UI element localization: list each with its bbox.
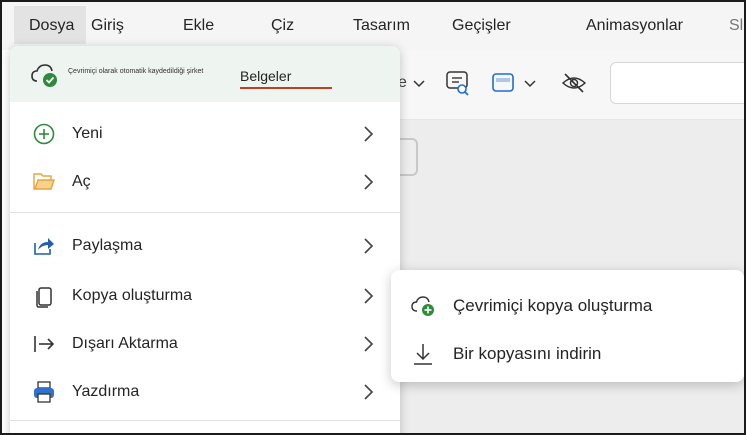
chevron-right-icon bbox=[364, 238, 374, 254]
menu-item-share[interactable]: Paylaşma bbox=[10, 224, 400, 268]
menu-item-print[interactable]: Yazdırma bbox=[10, 370, 400, 414]
menu-item-print-label: Yazdırma bbox=[72, 383, 140, 400]
submenu-item-download-copy-label: Bir kopyasını indirin bbox=[453, 344, 602, 363]
tab-animasyonlar[interactable]: Animasyonlar bbox=[586, 17, 683, 35]
share-icon bbox=[34, 238, 54, 255]
tab-ekle[interactable]: Ekle bbox=[183, 17, 214, 35]
copy-icon bbox=[36, 287, 52, 308]
toolbar-search-box[interactable] bbox=[610, 62, 746, 104]
hide-button[interactable] bbox=[560, 68, 588, 98]
download-icon bbox=[414, 344, 432, 365]
layout-icon bbox=[492, 73, 514, 92]
ribbon-tab-bar: Dosya Giriş Ekle Çiz Tasarım Geçişler An… bbox=[0, 0, 746, 50]
file-menu: Çevrimiçi olarak otomatik kaydedildiği ş… bbox=[10, 46, 400, 435]
slide-placeholder[interactable] bbox=[398, 138, 418, 176]
folder-open-icon bbox=[33, 173, 55, 190]
cloud-add-icon bbox=[411, 296, 434, 316]
chevron-down-icon bbox=[413, 80, 425, 88]
menu-item-new-label: Yeni bbox=[72, 125, 103, 142]
documents-location-link[interactable]: Belgeler bbox=[240, 68, 332, 89]
chevron-right-icon bbox=[364, 288, 374, 304]
menu-item-export[interactable]: Dışarı Aktarma bbox=[10, 322, 400, 366]
menu-divider bbox=[10, 420, 400, 421]
tab-dosya-label: Dosya bbox=[29, 17, 75, 34]
submenu-item-download-copy[interactable]: Bir kopyasını indirin bbox=[391, 332, 744, 376]
menu-item-open[interactable]: Aç bbox=[10, 160, 400, 204]
eye-off-icon bbox=[561, 73, 587, 93]
chevron-right-icon bbox=[364, 336, 374, 352]
menu-item-export-label: Dışarı Aktarma bbox=[72, 335, 178, 352]
printer-icon bbox=[34, 381, 54, 403]
comment-search-icon bbox=[446, 71, 469, 96]
menu-item-save-copy[interactable]: Kopya oluşturma bbox=[10, 274, 400, 318]
toolbar-partial-dropdown[interactable]: e bbox=[398, 68, 427, 98]
menu-item-new[interactable]: Yeni bbox=[10, 112, 400, 156]
menu-item-share-label: Paylaşma bbox=[72, 237, 143, 254]
chevron-right-icon bbox=[364, 126, 374, 142]
plus-circle-icon bbox=[33, 123, 55, 145]
tab-gecisler[interactable]: Geçişler bbox=[452, 17, 511, 35]
submenu-item-save-copy-online-label: Çevrimiçi kopya oluşturma bbox=[453, 296, 653, 315]
comment-search-button[interactable] bbox=[444, 68, 472, 98]
submenu-item-save-copy-online[interactable]: Çevrimiçi kopya oluşturma bbox=[391, 284, 744, 328]
tab-slayt-gosterisi[interactable]: Sl bbox=[729, 17, 743, 35]
menu-item-open-label: Aç bbox=[72, 173, 91, 190]
export-icon bbox=[34, 336, 55, 352]
menu-divider bbox=[10, 212, 400, 213]
menu-header: Çevrimiçi olarak otomatik kaydedildiği ş… bbox=[10, 46, 400, 102]
chevron-right-icon bbox=[364, 174, 374, 190]
layout-dropdown-button[interactable] bbox=[490, 68, 538, 98]
cloud-sync-icon bbox=[31, 64, 57, 87]
menu-item-save-copy-label: Kopya oluşturma bbox=[72, 287, 193, 304]
tab-ciz[interactable]: Çiz bbox=[271, 17, 294, 35]
autosave-status-text: Çevrimiçi olarak otomatik kaydedildiği ş… bbox=[68, 68, 204, 75]
tab-giris[interactable]: Giriş bbox=[91, 17, 124, 35]
tab-dosya[interactable]: Dosya bbox=[14, 6, 86, 44]
chevron-right-icon bbox=[364, 384, 374, 400]
copy-submenu: Çevrimiçi kopya oluşturma Bir kopyasını … bbox=[391, 270, 744, 382]
tab-tasarim[interactable]: Tasarım bbox=[353, 17, 410, 35]
ribbon-toolbar: e bbox=[398, 50, 746, 120]
chevron-down-icon bbox=[524, 80, 536, 88]
